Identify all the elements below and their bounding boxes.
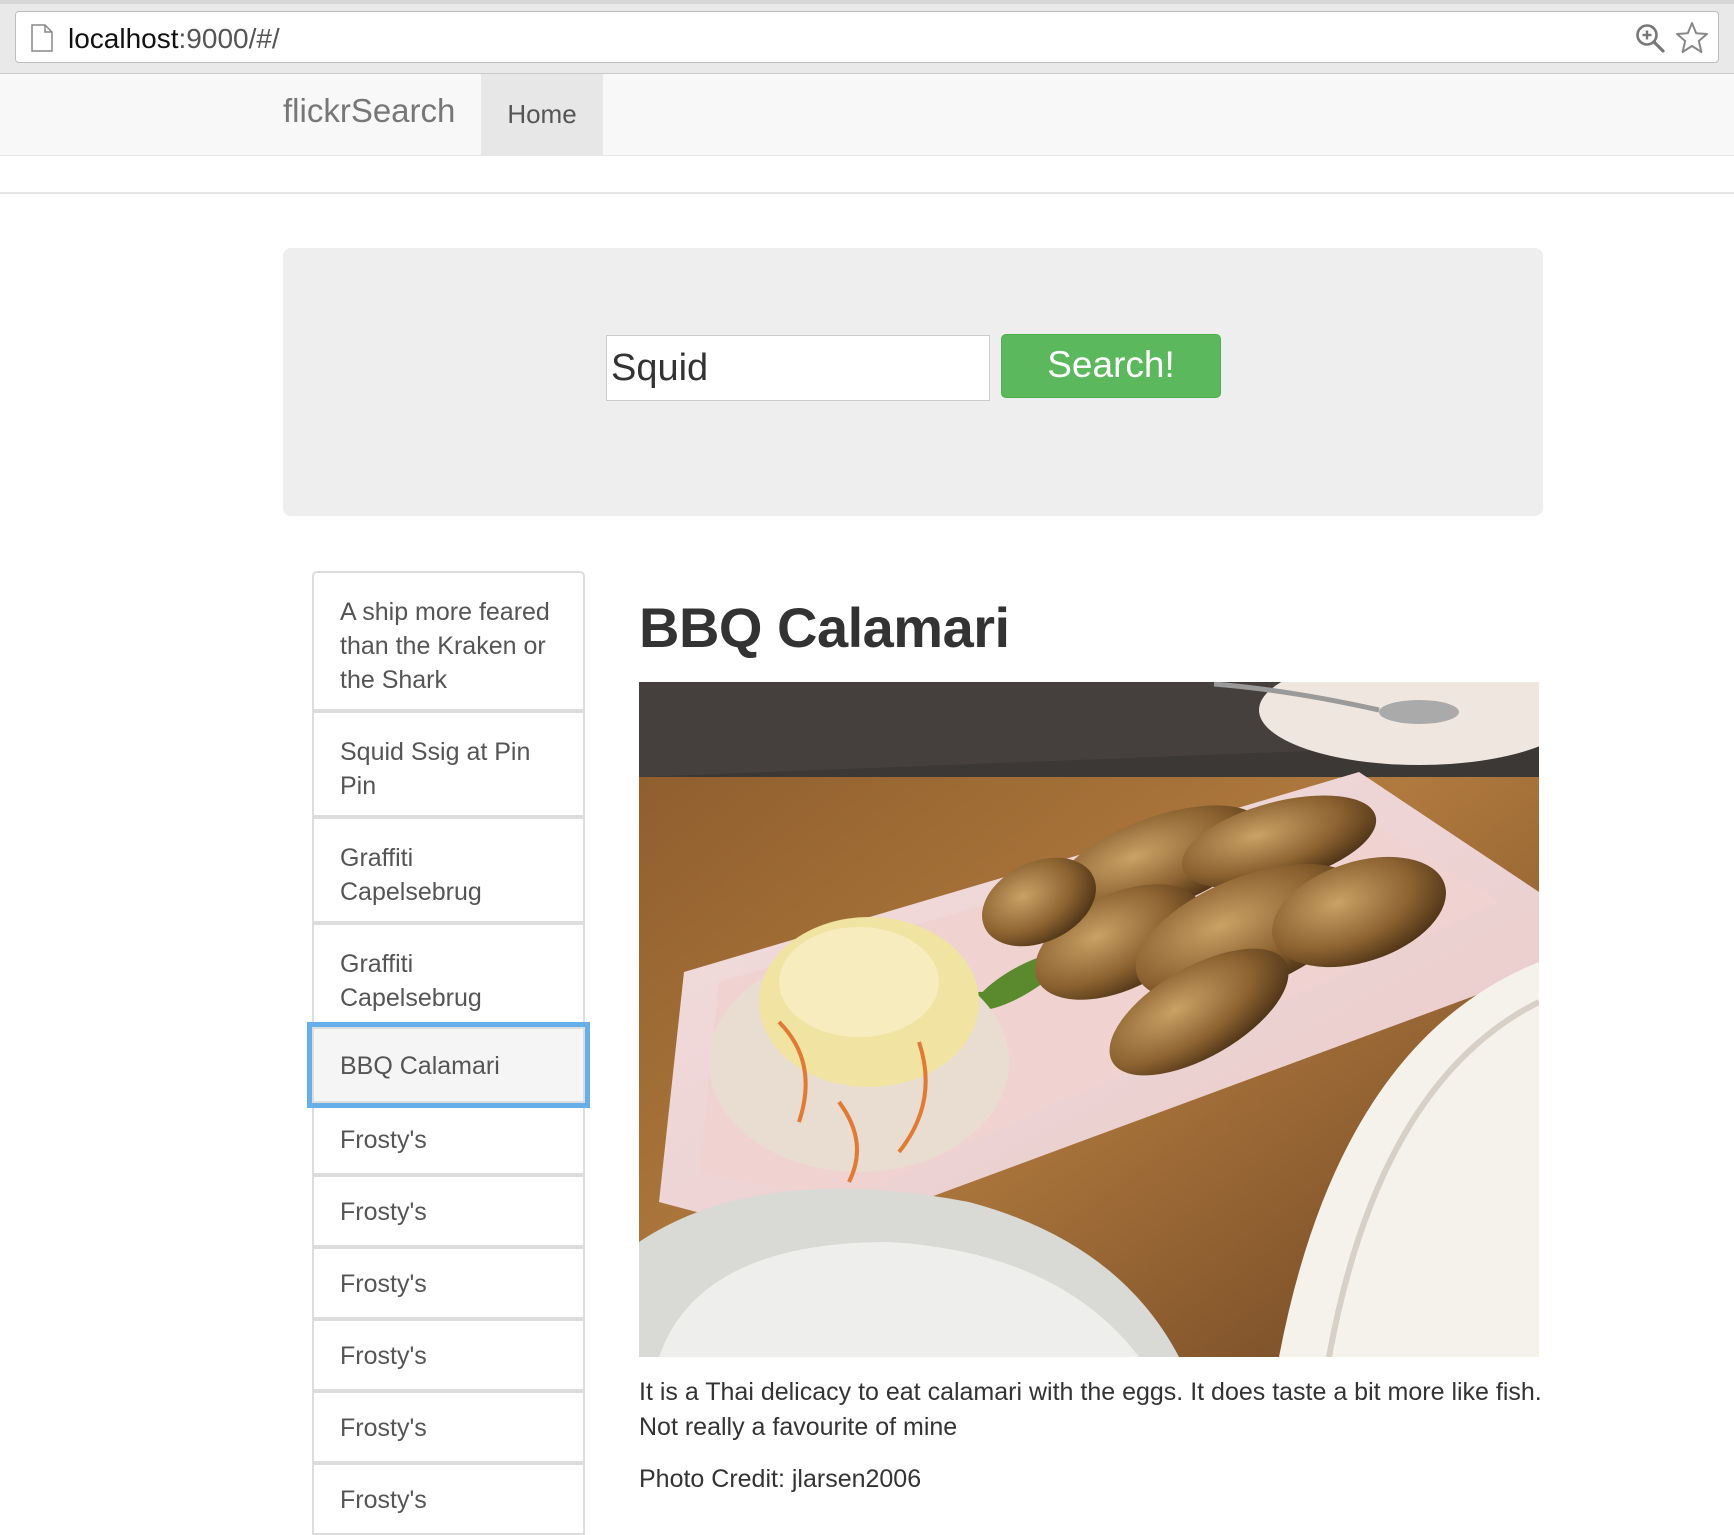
url-host: localhost xyxy=(68,23,179,54)
photo-title: BBQ Calamari xyxy=(639,596,1010,659)
list-item[interactable]: Frosty's xyxy=(312,1391,585,1463)
page-icon xyxy=(31,24,53,52)
nav-item-home[interactable]: Home xyxy=(481,74,603,155)
list-item[interactable]: Frosty's xyxy=(312,1103,585,1175)
list-item[interactable]: Frosty's xyxy=(312,1247,585,1319)
search-panel: Search! xyxy=(283,248,1543,516)
list-item-selected[interactable]: BBQ Calamari xyxy=(312,1027,585,1103)
brand-link[interactable]: flickrSearch xyxy=(283,92,455,130)
list-item[interactable]: Graffiti Capelsebrug xyxy=(312,923,585,1029)
url-path: :9000/#/ xyxy=(178,23,280,54)
list-item[interactable]: Graffiti Capelsebrug xyxy=(312,817,585,923)
zoom-icon[interactable] xyxy=(1634,22,1666,54)
search-input[interactable] xyxy=(606,335,990,401)
list-item[interactable]: A ship more feared than the Kraken or th… xyxy=(312,571,585,711)
tab-strip xyxy=(0,0,1734,4)
navbar: flickrSearch Home xyxy=(0,74,1734,156)
address-bar[interactable]: localhost:9000/#/ xyxy=(15,11,1719,63)
browser-toolbar: localhost:9000/#/ xyxy=(0,0,1734,74)
list-item[interactable]: Frosty's xyxy=(312,1319,585,1391)
photo-image xyxy=(639,682,1539,1357)
bookmark-star-icon[interactable] xyxy=(1674,20,1710,56)
search-button[interactable]: Search! xyxy=(1001,334,1221,398)
divider xyxy=(0,192,1734,194)
list-item[interactable]: Squid Ssig at Pin Pin xyxy=(312,711,585,817)
list-item[interactable]: Frosty's xyxy=(312,1175,585,1247)
photo-description: It is a Thai delicacy to eat calamari wi… xyxy=(639,1378,1542,1441)
url-text[interactable]: localhost:9000/#/ xyxy=(68,23,280,55)
photo-credit: Photo Credit: jlarsen2006 xyxy=(639,1465,922,1493)
list-item[interactable]: Frosty's xyxy=(312,1463,585,1535)
